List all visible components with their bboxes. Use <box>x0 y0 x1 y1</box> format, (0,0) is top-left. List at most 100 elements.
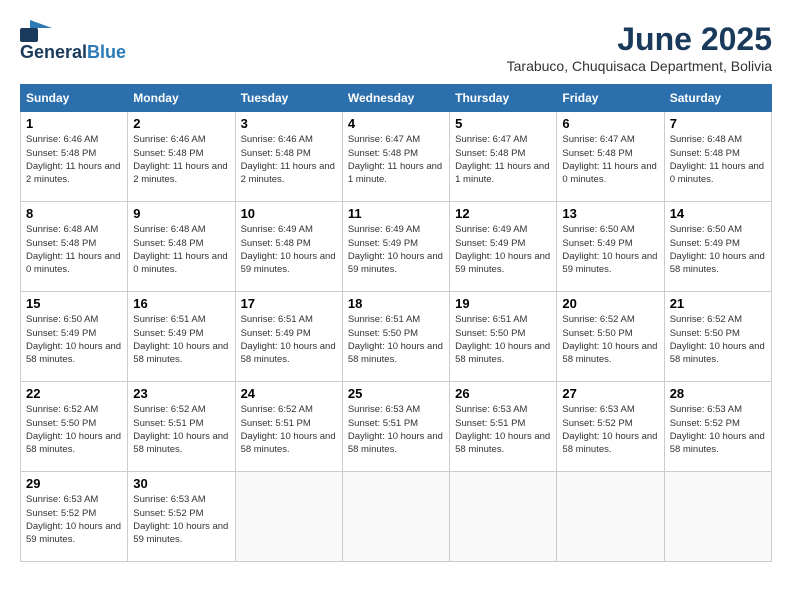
day-number: 5 <box>455 116 551 131</box>
calendar-cell: 30 Sunrise: 6:53 AMSunset: 5:52 PMDayligh… <box>128 472 235 562</box>
month-title: June 2025 <box>507 20 772 58</box>
day-info: Sunrise: 6:52 AMSunset: 5:51 PMDaylight:… <box>241 403 337 456</box>
logo-blue: Blue <box>87 42 126 63</box>
day-info: Sunrise: 6:48 AMSunset: 5:48 PMDaylight:… <box>26 223 122 276</box>
logo-icon <box>20 20 52 42</box>
logo: General Blue <box>20 20 126 63</box>
calendar-cell: 11 Sunrise: 6:49 AMSunset: 5:49 PMDayligh… <box>342 202 449 292</box>
day-info: Sunrise: 6:46 AMSunset: 5:48 PMDaylight:… <box>26 133 122 186</box>
weekday-header-wednesday: Wednesday <box>342 85 449 112</box>
calendar-cell: 22 Sunrise: 6:52 AMSunset: 5:50 PMDayligh… <box>21 382 128 472</box>
calendar-cell: 24 Sunrise: 6:52 AMSunset: 5:51 PMDayligh… <box>235 382 342 472</box>
calendar-cell: 4 Sunrise: 6:47 AMSunset: 5:48 PMDaylight… <box>342 112 449 202</box>
day-number: 17 <box>241 296 337 311</box>
day-info: Sunrise: 6:50 AMSunset: 5:49 PMDaylight:… <box>562 223 658 276</box>
day-number: 27 <box>562 386 658 401</box>
day-info: Sunrise: 6:52 AMSunset: 5:50 PMDaylight:… <box>562 313 658 366</box>
calendar-cell: 3 Sunrise: 6:46 AMSunset: 5:48 PMDaylight… <box>235 112 342 202</box>
calendar-cell <box>664 472 771 562</box>
day-number: 19 <box>455 296 551 311</box>
day-number: 23 <box>133 386 229 401</box>
calendar-week-row: 22 Sunrise: 6:52 AMSunset: 5:50 PMDayligh… <box>21 382 772 472</box>
day-number: 25 <box>348 386 444 401</box>
calendar-cell: 18 Sunrise: 6:51 AMSunset: 5:50 PMDayligh… <box>342 292 449 382</box>
day-number: 14 <box>670 206 766 221</box>
day-info: Sunrise: 6:50 AMSunset: 5:49 PMDaylight:… <box>26 313 122 366</box>
weekday-header-saturday: Saturday <box>664 85 771 112</box>
day-number: 4 <box>348 116 444 131</box>
calendar-cell: 10Sunrise: 6:49 AMSunset: 5:48 PMDayligh… <box>235 202 342 292</box>
calendar-cell: 25 Sunrise: 6:53 AMSunset: 5:51 PMDayligh… <box>342 382 449 472</box>
calendar-cell: 2Sunrise: 6:46 AMSunset: 5:48 PMDaylight… <box>128 112 235 202</box>
day-info: Sunrise: 6:53 AMSunset: 5:52 PMDaylight:… <box>133 493 229 546</box>
day-number: 11 <box>348 206 444 221</box>
calendar-cell: 15Sunrise: 6:50 AMSunset: 5:49 PMDayligh… <box>21 292 128 382</box>
calendar-cell: 23 Sunrise: 6:52 AMSunset: 5:51 PMDayligh… <box>128 382 235 472</box>
day-info: Sunrise: 6:48 AMSunset: 5:48 PMDaylight:… <box>133 223 229 276</box>
day-info: Sunrise: 6:47 AMSunset: 5:48 PMDaylight:… <box>562 133 658 186</box>
calendar-cell: 17Sunrise: 6:51 AMSunset: 5:49 PMDayligh… <box>235 292 342 382</box>
day-info: Sunrise: 6:53 AMSunset: 5:52 PMDaylight:… <box>562 403 658 456</box>
calendar-cell <box>450 472 557 562</box>
day-number: 12 <box>455 206 551 221</box>
day-info: Sunrise: 6:52 AMSunset: 5:50 PMDaylight:… <box>26 403 122 456</box>
calendar-cell: 13 Sunrise: 6:50 AMSunset: 5:49 PMDayligh… <box>557 202 664 292</box>
title-area: June 2025 Tarabuco, Chuquisaca Departmen… <box>507 20 772 74</box>
location-title: Tarabuco, Chuquisaca Department, Bolivia <box>507 58 772 74</box>
day-info: Sunrise: 6:49 AMSunset: 5:48 PMDaylight:… <box>241 223 337 276</box>
day-number: 26 <box>455 386 551 401</box>
calendar-cell: 20 Sunrise: 6:52 AMSunset: 5:50 PMDayligh… <box>557 292 664 382</box>
calendar-cell: 19 Sunrise: 6:51 AMSunset: 5:50 PMDayligh… <box>450 292 557 382</box>
day-info: Sunrise: 6:47 AMSunset: 5:48 PMDaylight:… <box>348 133 444 186</box>
day-number: 30 <box>133 476 229 491</box>
day-info: Sunrise: 6:50 AMSunset: 5:49 PMDaylight:… <box>670 223 766 276</box>
day-info: Sunrise: 6:53 AMSunset: 5:52 PMDaylight:… <box>26 493 122 546</box>
calendar-cell: 27 Sunrise: 6:53 AMSunset: 5:52 PMDayligh… <box>557 382 664 472</box>
day-number: 3 <box>241 116 337 131</box>
weekday-header-sunday: Sunday <box>21 85 128 112</box>
calendar-cell: 21 Sunrise: 6:52 AMSunset: 5:50 PMDayligh… <box>664 292 771 382</box>
calendar-cell <box>557 472 664 562</box>
day-number: 13 <box>562 206 658 221</box>
calendar-cell <box>235 472 342 562</box>
day-number: 9 <box>133 206 229 221</box>
day-info: Sunrise: 6:47 AMSunset: 5:48 PMDaylight:… <box>455 133 551 186</box>
logo-general: General <box>20 42 87 63</box>
weekday-header-tuesday: Tuesday <box>235 85 342 112</box>
calendar-week-row: 8 Sunrise: 6:48 AMSunset: 5:48 PMDaylight… <box>21 202 772 292</box>
day-info: Sunrise: 6:52 AMSunset: 5:50 PMDaylight:… <box>670 313 766 366</box>
day-info: Sunrise: 6:53 AMSunset: 5:51 PMDaylight:… <box>348 403 444 456</box>
weekday-header-monday: Monday <box>128 85 235 112</box>
calendar-cell: 7Sunrise: 6:48 AMSunset: 5:48 PMDaylight… <box>664 112 771 202</box>
calendar-cell: 29Sunrise: 6:53 AMSunset: 5:52 PMDayligh… <box>21 472 128 562</box>
day-number: 22 <box>26 386 122 401</box>
day-number: 6 <box>562 116 658 131</box>
calendar-cell: 12Sunrise: 6:49 AMSunset: 5:49 PMDayligh… <box>450 202 557 292</box>
day-info: Sunrise: 6:46 AMSunset: 5:48 PMDaylight:… <box>241 133 337 186</box>
day-number: 24 <box>241 386 337 401</box>
day-number: 28 <box>670 386 766 401</box>
day-info: Sunrise: 6:49 AMSunset: 5:49 PMDaylight:… <box>348 223 444 276</box>
day-number: 8 <box>26 206 122 221</box>
page-header: General Blue June 2025 Tarabuco, Chuquis… <box>20 20 772 74</box>
day-info: Sunrise: 6:51 AMSunset: 5:50 PMDaylight:… <box>348 313 444 366</box>
day-info: Sunrise: 6:52 AMSunset: 5:51 PMDaylight:… <box>133 403 229 456</box>
day-number: 2 <box>133 116 229 131</box>
day-number: 1 <box>26 116 122 131</box>
calendar-cell: 26Sunrise: 6:53 AMSunset: 5:51 PMDayligh… <box>450 382 557 472</box>
calendar-week-row: 29Sunrise: 6:53 AMSunset: 5:52 PMDayligh… <box>21 472 772 562</box>
day-info: Sunrise: 6:51 AMSunset: 5:50 PMDaylight:… <box>455 313 551 366</box>
calendar-week-row: 1 Sunrise: 6:46 AMSunset: 5:48 PMDaylight… <box>21 112 772 202</box>
day-number: 21 <box>670 296 766 311</box>
weekday-header-row: SundayMondayTuesdayWednesdayThursdayFrid… <box>21 85 772 112</box>
day-info: Sunrise: 6:51 AMSunset: 5:49 PMDaylight:… <box>133 313 229 366</box>
calendar-table: SundayMondayTuesdayWednesdayThursdayFrid… <box>20 84 772 562</box>
day-number: 20 <box>562 296 658 311</box>
calendar-cell: 6 Sunrise: 6:47 AMSunset: 5:48 PMDaylight… <box>557 112 664 202</box>
calendar-cell: 14 Sunrise: 6:50 AMSunset: 5:49 PMDayligh… <box>664 202 771 292</box>
day-number: 18 <box>348 296 444 311</box>
calendar-week-row: 15Sunrise: 6:50 AMSunset: 5:49 PMDayligh… <box>21 292 772 382</box>
day-number: 16 <box>133 296 229 311</box>
day-info: Sunrise: 6:53 AMSunset: 5:52 PMDaylight:… <box>670 403 766 456</box>
weekday-header-friday: Friday <box>557 85 664 112</box>
